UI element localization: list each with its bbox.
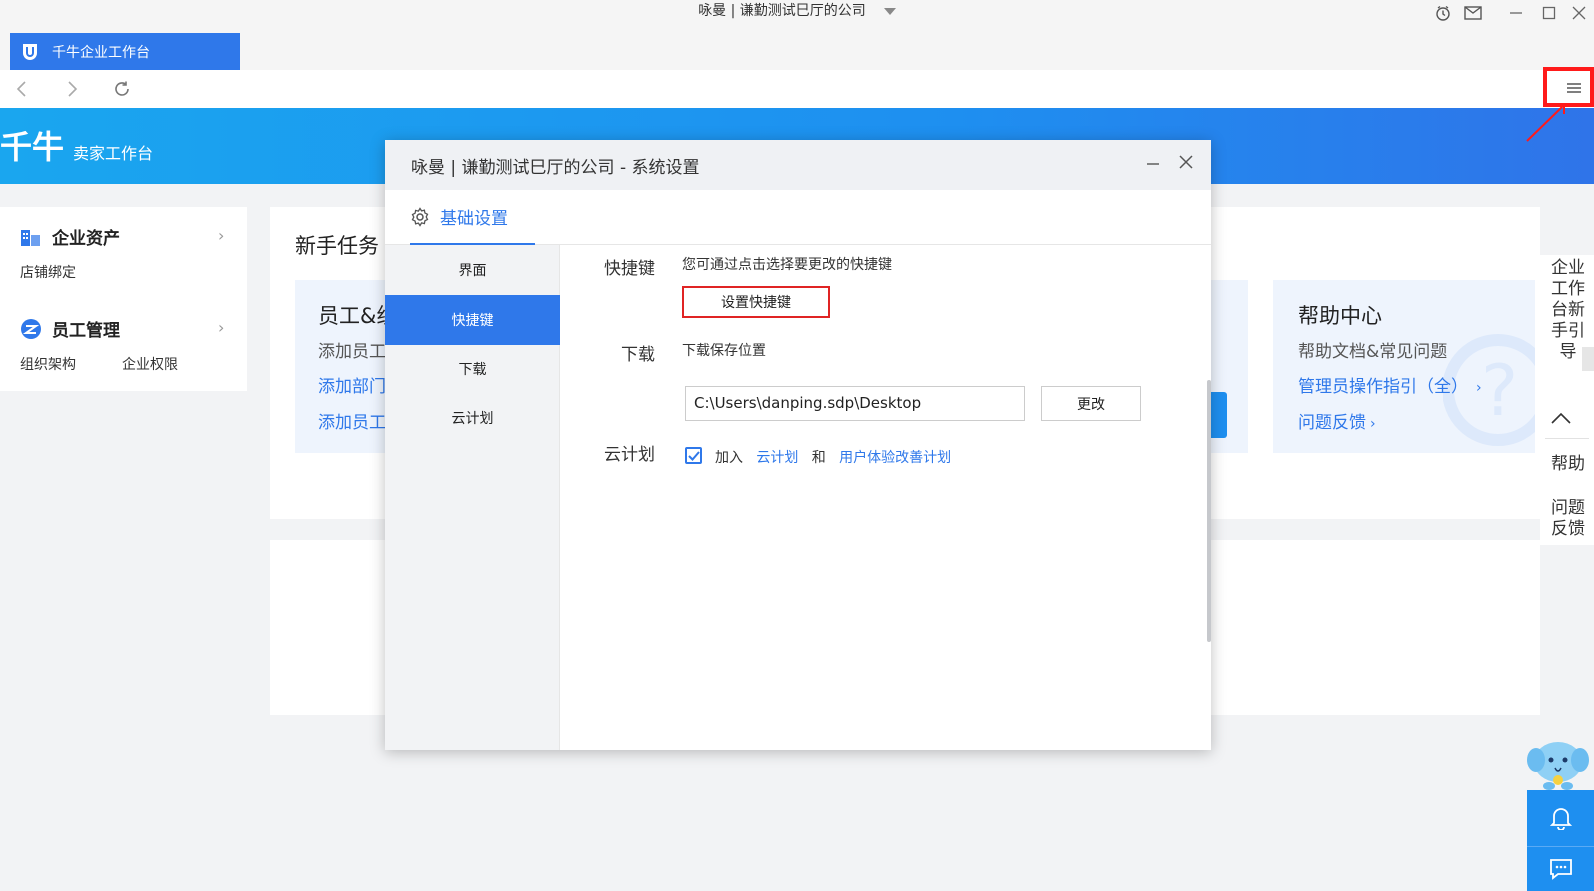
dialog-tab-bar: 基础设置 xyxy=(385,190,1211,245)
qianniu-logo-icon xyxy=(20,42,40,62)
help-button[interactable]: 帮助 xyxy=(1544,454,1592,475)
change-path-button[interactable]: 更改 xyxy=(1041,386,1141,421)
link-org-structure[interactable]: 组织架构 xyxy=(20,354,76,374)
add-department-link[interactable]: 添加部门 xyxy=(318,372,386,397)
download-path-input[interactable]: C:\Users\danping.sdp\Desktop xyxy=(685,386,1025,421)
side-item-cloud-plan[interactable]: 云计划 xyxy=(385,393,560,443)
settings-dialog: 咏曼 | 谦勤测试巳厅的公司 - 系统设置 基础设置 界面 快捷键 下载 云计划… xyxy=(385,140,1211,750)
chat-icon xyxy=(1549,859,1572,880)
ux-improvement-link[interactable]: 用户体验改善计划 xyxy=(839,450,951,466)
enterprise-assets-header[interactable]: 企业资产 xyxy=(20,224,120,249)
link-enterprise-permission[interactable]: 企业权限 xyxy=(122,354,178,374)
gear-icon xyxy=(411,206,429,227)
clock-icon[interactable] xyxy=(1430,2,1456,24)
help-center-sub: 帮助文档&常见问题 xyxy=(1298,342,1448,362)
add-employee-link[interactable]: 添加员工 xyxy=(318,408,386,433)
nav-bar xyxy=(0,70,1594,108)
employee-management-title: 员工管理 xyxy=(52,321,120,341)
admin-guide-link[interactable]: 管理员操作指引（全） › xyxy=(1298,372,1482,397)
help-center-title: 帮助中心 xyxy=(1298,304,1382,328)
checkmark-icon xyxy=(687,450,700,461)
dialog-sidebar: 界面 快捷键 下载 云计划 xyxy=(385,245,560,750)
cloud-plan-text: 加入 云计划 和 用户体验改善计划 xyxy=(715,447,951,467)
elephant-mascot-icon[interactable] xyxy=(1527,736,1589,792)
chevron-right-icon[interactable]: › xyxy=(218,226,224,245)
shortcut-desc: 您可通过点击选择要更改的快捷键 xyxy=(682,257,892,273)
cloud-and-text: 和 xyxy=(811,450,826,466)
app-tab-label: 千牛企业工作台 xyxy=(52,44,150,61)
link-store-binding[interactable]: 店铺绑定 xyxy=(20,262,76,282)
chat-button[interactable] xyxy=(1527,846,1594,891)
cloud-plan-link[interactable]: 云计划 xyxy=(756,450,798,466)
employee-management-header[interactable]: 员工管理 xyxy=(20,316,120,341)
window-title[interactable]: 咏曼 | 谦勤测试巳厅的公司 xyxy=(0,0,1594,24)
shortcut-label: 快捷键 xyxy=(604,259,655,279)
close-window-icon[interactable] xyxy=(1566,2,1592,24)
cloud-plan-checkbox[interactable] xyxy=(685,447,702,464)
dialog-minimize-icon[interactable] xyxy=(1143,152,1163,174)
brand-logo: 千牛 xyxy=(0,128,65,166)
employee-card-sub: 添加员工 xyxy=(318,342,386,362)
cloud-plan-label: 云计划 xyxy=(604,445,655,465)
chevron-right-icon: › xyxy=(1370,416,1376,432)
sidebar-divider xyxy=(1545,438,1589,439)
admin-guide-link-text: 管理员操作指引（全） xyxy=(1298,377,1468,397)
brand-subtitle: 卖家工作台 xyxy=(73,144,154,163)
chevron-up-icon[interactable] xyxy=(1550,410,1572,429)
notification-button[interactable] xyxy=(1527,790,1594,846)
maximize-window-icon[interactable] xyxy=(1536,2,1562,24)
dialog-title: 咏曼 | 谦勤测试巳厅的公司 - 系统设置 xyxy=(411,158,700,178)
menu-icon[interactable] xyxy=(1566,80,1582,94)
chevron-right-icon: › xyxy=(1476,380,1482,396)
minimize-window-icon[interactable] xyxy=(1503,2,1529,24)
app-tab[interactable]: 千牛企业工作台 xyxy=(10,33,240,70)
enterprise-assets-title: 企业资产 xyxy=(52,229,120,249)
dialog-scrollbar[interactable] xyxy=(1207,380,1211,642)
caret-down-icon[interactable] xyxy=(883,7,896,15)
forward-icon[interactable] xyxy=(60,78,84,100)
bell-icon xyxy=(1549,808,1572,830)
building-icon xyxy=(21,229,40,246)
cloud-join-text: 加入 xyxy=(715,450,743,466)
tab-basic-settings[interactable]: 基础设置 xyxy=(410,190,535,245)
set-shortcut-button[interactable]: 设置快捷键 xyxy=(682,286,830,318)
download-desc: 下载保存位置 xyxy=(682,343,766,359)
guide-collapse-tab[interactable] xyxy=(1582,347,1594,371)
svg-text:?: ? xyxy=(1481,350,1518,432)
window-title-text: 咏曼 | 谦勤测试巳厅的公司 xyxy=(698,3,866,19)
side-item-shortcut[interactable]: 快捷键 xyxy=(385,295,560,345)
side-item-interface[interactable]: 界面 xyxy=(385,245,560,295)
side-item-download[interactable]: 下载 xyxy=(385,344,560,394)
feedback-link-text: 问题反馈 xyxy=(1298,413,1366,433)
dialog-close-icon[interactable] xyxy=(1175,151,1197,173)
feedback-link[interactable]: 问题反馈 › xyxy=(1298,408,1376,433)
refresh-icon[interactable] xyxy=(110,78,134,100)
tab-basic-settings-label: 基础设置 xyxy=(440,209,508,229)
download-label: 下载 xyxy=(621,345,655,365)
chevron-right-icon[interactable]: › xyxy=(218,318,224,337)
newbie-tasks-title: 新手任务 xyxy=(295,234,379,258)
mail-icon[interactable] xyxy=(1460,2,1486,24)
feedback-button[interactable]: 问题反馈 xyxy=(1544,498,1592,540)
employee-icon xyxy=(21,318,41,339)
annotation-arrow-icon xyxy=(1526,105,1565,142)
back-icon[interactable] xyxy=(10,78,34,100)
